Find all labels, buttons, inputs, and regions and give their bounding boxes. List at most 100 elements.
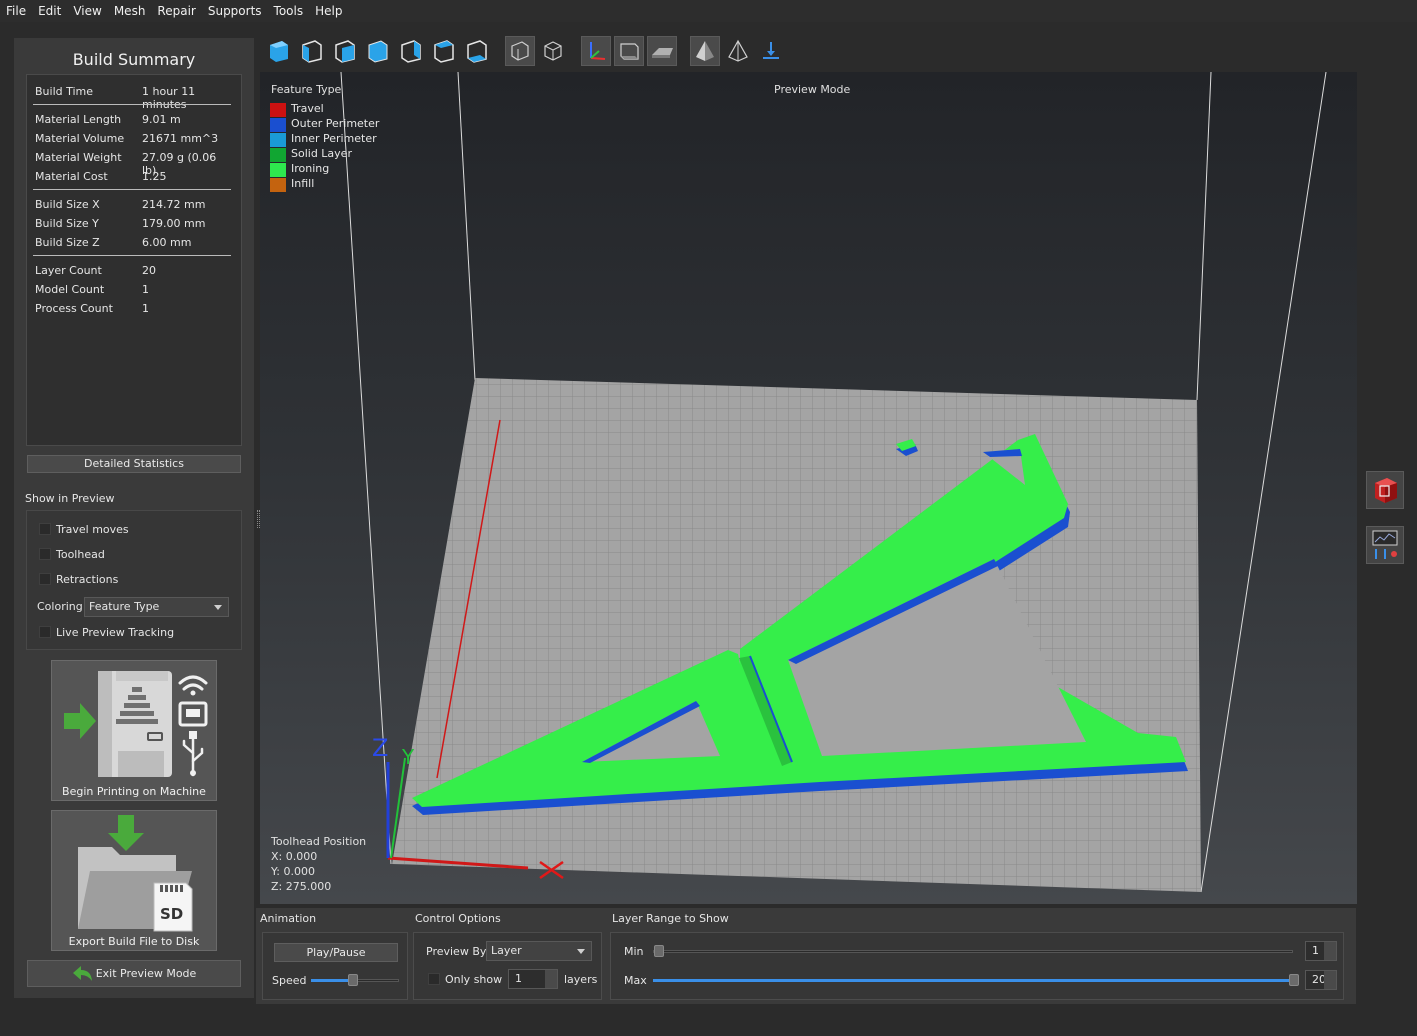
cube-left-icon: [368, 40, 388, 63]
summary-row: Build Size Y 179.00 mm: [35, 217, 206, 230]
perspective-icon: [511, 41, 529, 61]
retractions-checkbox[interactable]: [39, 573, 51, 585]
summary-row: Build Size Z 6.00 mm: [35, 236, 192, 249]
begin-printing-button[interactable]: Begin Printing on Machine: [51, 660, 217, 801]
animation-title: Animation: [260, 912, 317, 925]
toolhead-y: Y: 0.000: [271, 865, 315, 878]
summary-row: Material Weight 27.09 g (0.06 lb): [35, 151, 217, 177]
summary-row: Build Size X 214.72 mm: [35, 198, 206, 211]
preview-mode-label: Preview Mode: [774, 83, 851, 96]
3d-viewport[interactable]: Z Y Feature Type Preview Mode Travel Out…: [260, 72, 1357, 904]
view-front-button[interactable]: [297, 36, 327, 66]
sd-card-label: SD: [160, 905, 183, 923]
orthographic-button[interactable]: [538, 36, 568, 66]
travel-moves-label: Travel moves: [56, 523, 129, 536]
pyramid-icon: [696, 41, 714, 61]
menu-help[interactable]: Help: [315, 4, 342, 18]
retractions-label: Retractions: [56, 573, 119, 586]
animation-group: Play/Pause Speed: [262, 932, 408, 1000]
menu-supports[interactable]: Supports: [208, 4, 262, 18]
toolhead-checkbox[interactable]: [39, 548, 51, 560]
min-layer-slider-handle[interactable]: [654, 945, 664, 957]
menu-mesh[interactable]: Mesh: [114, 4, 146, 18]
legend-swatch: [270, 148, 286, 162]
live-preview-tracking-checkbox[interactable]: [39, 626, 51, 638]
cube-back-icon: [335, 40, 355, 63]
view-cube-button[interactable]: [1366, 471, 1404, 509]
min-layer-input[interactable]: 1: [1305, 941, 1337, 961]
summary-row: Model Count 1: [35, 283, 149, 296]
detailed-statistics-button[interactable]: Detailed Statistics: [27, 455, 241, 473]
live-preview-tracking-label: Live Preview Tracking: [56, 626, 175, 639]
coloring-select[interactable]: Feature Type: [84, 597, 229, 617]
layout-tools-button[interactable]: [1366, 526, 1404, 564]
summary-row: Material Volume 21671 mm^3: [35, 132, 219, 145]
divider: [33, 189, 231, 190]
graph-tools-icon: [1372, 530, 1398, 559]
view-toolbar: [264, 36, 789, 68]
max-layer-slider-handle[interactable]: [1289, 974, 1299, 986]
play-pause-button[interactable]: Play/Pause: [274, 943, 398, 962]
speed-slider-handle[interactable]: [348, 974, 358, 986]
summary-row: Build Time 1 hour 11 minutes: [35, 85, 196, 111]
show-in-preview-group: Travel moves Toolhead Retractions Colori…: [26, 510, 242, 650]
preview-by-select[interactable]: Layer: [486, 941, 592, 961]
menu-edit[interactable]: Edit: [38, 4, 61, 18]
legend-swatch: [270, 178, 286, 192]
legend-swatch: [270, 103, 286, 117]
orthographic-icon: [544, 41, 562, 61]
speed-label: Speed: [272, 974, 307, 987]
view-left-button[interactable]: [363, 36, 393, 66]
menu-file[interactable]: File: [6, 4, 26, 18]
view-right-button[interactable]: [396, 36, 426, 66]
layer-range-group: Min 1 Max 20: [610, 932, 1344, 1000]
menu-tools[interactable]: Tools: [274, 4, 304, 18]
build-summary-box: Build Time 1 hour 11 minutes Material Len…: [26, 74, 242, 446]
export-build-file-button[interactable]: SD Export Build File to Disk: [51, 810, 217, 951]
min-layer-slider-track[interactable]: [653, 950, 1293, 953]
max-layer-label: Max: [624, 974, 647, 987]
view-bottom-button[interactable]: [462, 36, 492, 66]
cube-solid-icon: [270, 41, 288, 62]
speed-slider-fill: [311, 979, 351, 982]
control-options-title: Control Options: [415, 912, 501, 925]
only-show-layers-input[interactable]: 1: [508, 969, 558, 989]
max-layer-input[interactable]: 20: [1305, 970, 1337, 990]
feature-type-legend-title: Feature Type: [271, 83, 342, 96]
cube-top-icon: [434, 40, 454, 63]
pyramid-outline-icon: [728, 39, 748, 62]
view-top-button[interactable]: [429, 36, 459, 66]
begin-printing-label: Begin Printing on Machine: [62, 785, 206, 798]
legend-swatch: [270, 163, 286, 177]
legend-swatch: [270, 133, 286, 147]
only-show-checkbox[interactable]: [428, 973, 440, 985]
summary-row: Material Length 9.01 m: [35, 113, 181, 126]
section-view-button[interactable]: [690, 36, 720, 66]
export-build-file-label: Export Build File to Disk: [68, 935, 200, 948]
menu-repair[interactable]: Repair: [157, 4, 195, 18]
show-build-plate-button[interactable]: [647, 36, 677, 66]
menu-view[interactable]: View: [73, 4, 101, 18]
summary-row: Layer Count 20: [35, 264, 156, 277]
control-options-group: Preview By Layer Only show 1 layers: [413, 932, 602, 1000]
scene-canvas: Z Y: [340, 72, 1327, 893]
build-volume-icon: [620, 43, 639, 60]
spin-arrows[interactable]: [545, 970, 557, 988]
travel-moves-checkbox[interactable]: [39, 523, 51, 535]
coloring-label: Coloring: [37, 600, 83, 613]
perspective-button[interactable]: [505, 36, 535, 66]
spin-arrows[interactable]: [1324, 942, 1336, 960]
spin-arrows[interactable]: [1324, 971, 1336, 989]
view-iso-button[interactable]: [264, 36, 294, 66]
back-arrow-icon: [72, 966, 92, 981]
cube-right-icon: [401, 40, 421, 63]
show-axes-button[interactable]: [581, 36, 611, 66]
show-in-preview-title: Show in Preview: [25, 492, 115, 505]
exit-preview-mode-button[interactable]: Exit Preview Mode: [27, 960, 241, 987]
max-layer-slider-track[interactable]: [653, 979, 1293, 982]
show-build-volume-button[interactable]: [614, 36, 644, 66]
wireframe-view-button[interactable]: [723, 36, 753, 66]
cube-front-icon: [302, 40, 322, 63]
lay-flat-button[interactable]: [756, 36, 786, 66]
view-back-button[interactable]: [330, 36, 360, 66]
